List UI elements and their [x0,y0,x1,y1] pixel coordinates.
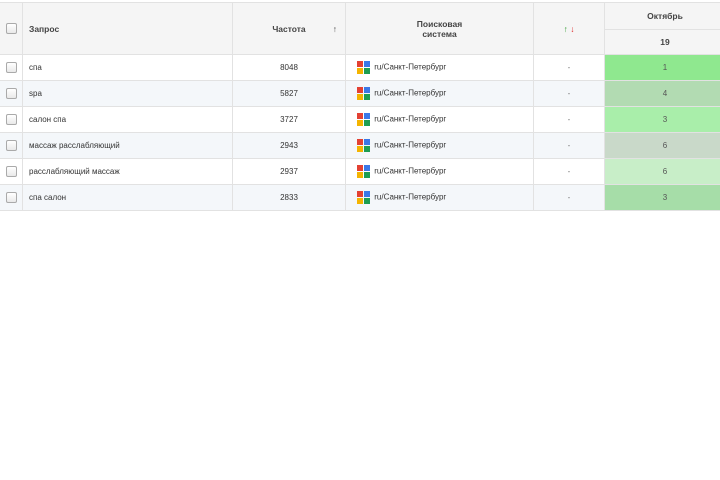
row-checkbox[interactable] [5,192,17,203]
search-engine-region: ru/Санкт-Петербург [374,166,447,176]
search-engine-cell: ru/Санкт-Петербург [345,106,534,133]
keyword-positions-table: Запрос Частота ↑ Поисковая система ↑ ↓ О… [0,2,720,211]
position-cell: 6 [604,158,720,185]
engine-header-line2: система [422,28,457,39]
position-cell: 3 [604,184,720,211]
table-row: spa 5827 ru/Санкт-Петербург - 4 [0,80,720,107]
row-checkbox[interactable] [5,166,17,177]
arrow-down-icon: ↓ [570,23,575,34]
month-header: Октябрь [604,2,720,30]
position-cell: 3 [604,106,720,133]
search-engine-cell: ru/Санкт-Петербург [345,54,534,81]
frequency-cell: 3727 [232,106,346,133]
search-engine-column-header[interactable]: Поисковая система [345,2,534,55]
dynamics-cell: - [533,158,605,185]
select-all-checkbox[interactable] [5,23,17,35]
query-cell: спа салон [22,184,233,211]
query-cell: spa [22,80,233,107]
dynamics-cell: - [533,132,605,159]
frequency-column-header[interactable]: Частота ↑ [232,2,346,55]
frequency-cell: 2943 [232,132,346,159]
search-engine-region: ru/Санкт-Петербург [374,192,447,202]
frequency-header-label: Частота [272,23,306,34]
table-row: салон спа 3727 ru/Санкт-Петербург - 3 [0,106,720,133]
position-cell: 1 [604,54,720,81]
search-engine-region: ru/Санкт-Петербург [374,114,447,124]
dynamics-column-header[interactable]: ↑ ↓ [533,2,605,55]
dynamics-cell: - [533,80,605,107]
row-checkbox-cell [0,158,23,185]
row-checkbox-cell [0,184,23,211]
query-cell: расслабляющий массаж [22,158,233,185]
row-checkbox[interactable] [5,88,17,99]
google-icon [357,87,370,100]
engine-header-line1: Поисковая [416,18,463,29]
search-engine-cell: ru/Санкт-Петербург [345,158,534,185]
search-engine-cell: ru/Санкт-Петербург [345,80,534,107]
query-cell: спа [22,54,233,81]
table-row: спа 8048 ru/Санкт-Петербург - 1 [0,54,720,81]
google-icon [357,113,370,126]
frequency-cell: 2937 [232,158,346,185]
frequency-cell: 8048 [232,54,346,81]
dynamics-cell: - [533,106,605,133]
arrow-up-icon: ↑ [563,23,568,34]
dynamics-cell: - [533,184,605,211]
google-icon [357,139,370,152]
table-row: массаж расслабляющий 2943 ru/Санкт-Петер… [0,132,720,159]
query-cell: массаж расслабляющий [22,132,233,159]
row-checkbox-cell [0,80,23,107]
query-column-header[interactable]: Запрос [22,2,233,55]
search-engine-region: ru/Санкт-Петербург [374,140,447,150]
row-checkbox[interactable] [5,114,17,125]
dynamics-cell: - [533,54,605,81]
day-header[interactable]: 19 [604,29,720,55]
row-checkbox-cell [0,132,23,159]
frequency-cell: 5827 [232,80,346,107]
frequency-cell: 2833 [232,184,346,211]
search-engine-cell: ru/Санкт-Петербург [345,184,534,211]
table-row: расслабляющий массаж 2937 ru/Санкт-Петер… [0,158,720,185]
table-row: спа салон 2833 ru/Санкт-Петербург - 3 [0,184,720,211]
google-icon [357,61,370,74]
row-checkbox[interactable] [5,140,17,151]
google-icon [357,165,370,178]
search-engine-cell: ru/Санкт-Петербург [345,132,534,159]
query-cell: салон спа [22,106,233,133]
sort-asc-icon[interactable]: ↑ [333,24,337,34]
google-icon [357,191,370,204]
row-checkbox-cell [0,106,23,133]
position-cell: 6 [604,132,720,159]
select-all-header [0,2,23,55]
search-engine-region: ru/Санкт-Петербург [374,88,447,98]
row-checkbox[interactable] [5,62,17,73]
row-checkbox-cell [0,54,23,81]
search-engine-region: ru/Санкт-Петербург [374,62,447,72]
position-cell: 4 [604,80,720,107]
